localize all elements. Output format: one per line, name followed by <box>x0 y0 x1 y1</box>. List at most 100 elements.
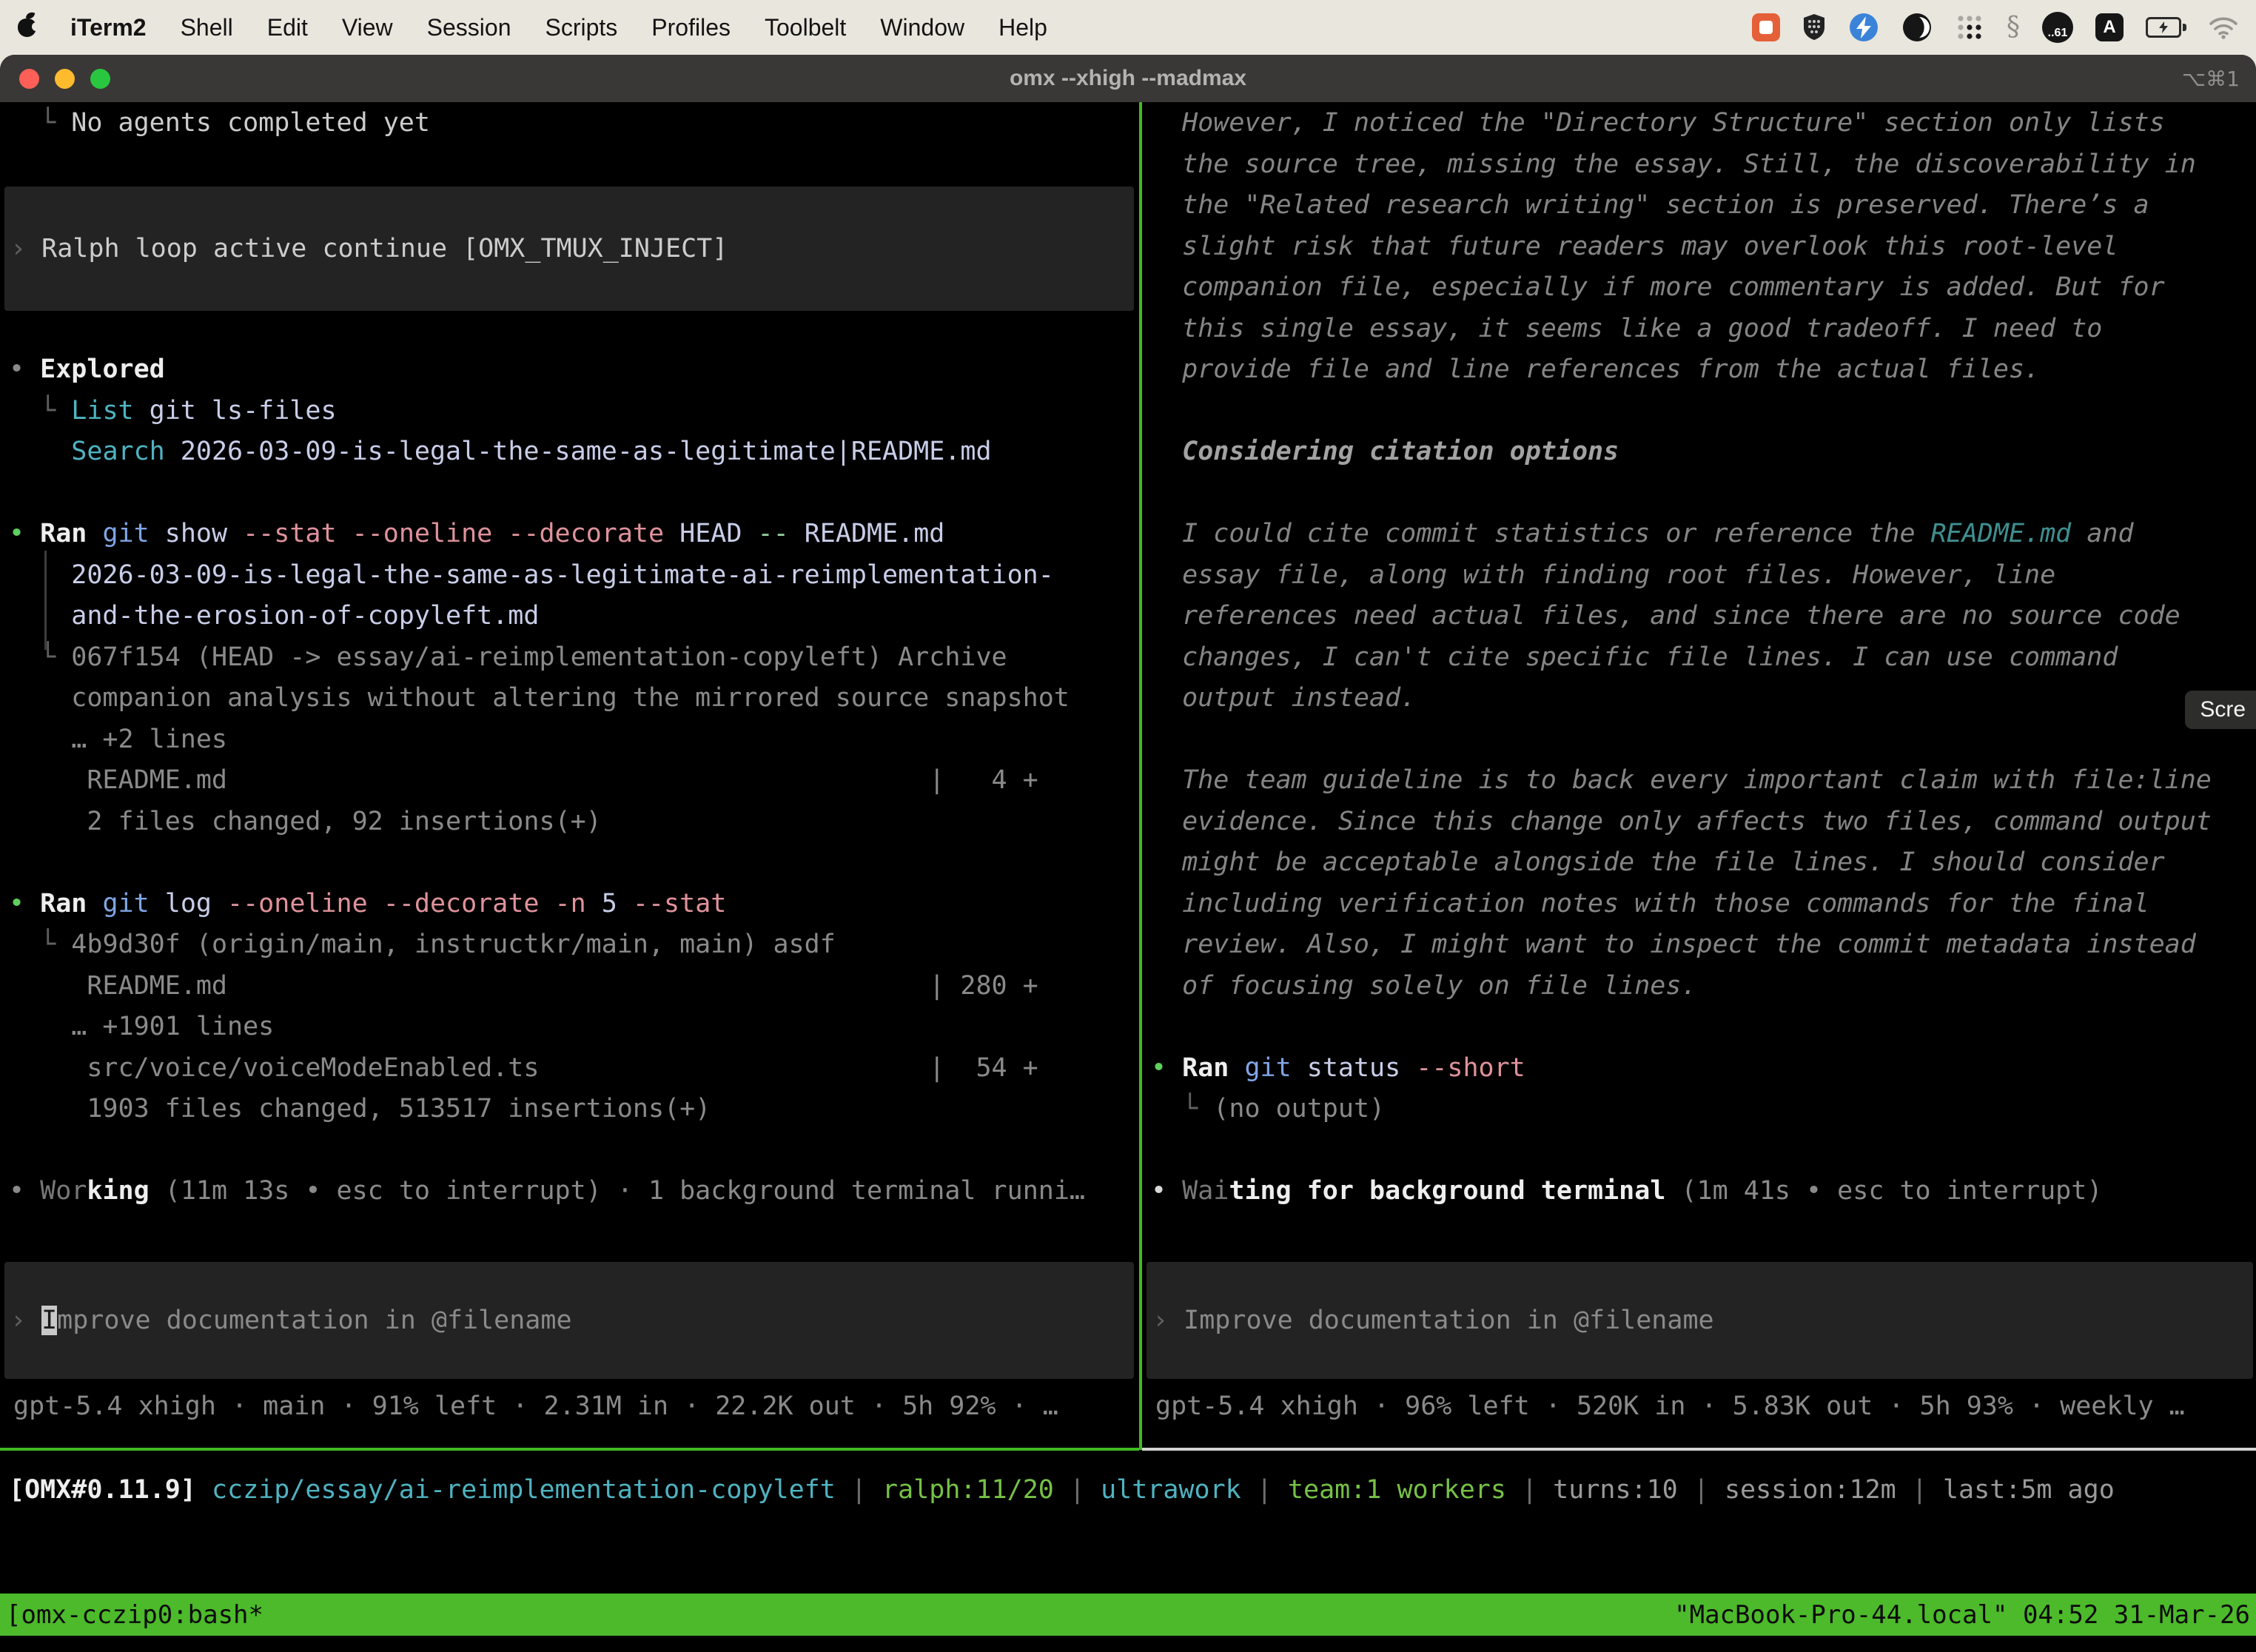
text-segment: | <box>1054 1475 1101 1505</box>
prompt-chevron-icon: › <box>1152 1306 1184 1335</box>
right-session-statusline: gpt-5.4 xhigh · 96% left · 520K in · 5.8… <box>1155 1386 2185 1427</box>
text-segment: Considering citation options <box>1151 437 1619 466</box>
prompt-chevron-icon: › <box>10 1306 41 1335</box>
text-segment: Wor <box>40 1176 87 1206</box>
text-segment: git <box>102 889 149 919</box>
blank-line <box>1151 719 2253 761</box>
macos-menu-bar: iTerm2 Shell Edit View Session Scripts Profile… <box>0 0 2256 55</box>
text-segment: … +1901 lines <box>9 1012 274 1041</box>
text-segment: | <box>1241 1475 1288 1505</box>
text-segment: • <box>9 519 40 548</box>
right-terminal-log: However, I noticed the "Directory Struct… <box>1151 103 2253 1212</box>
text-segment: 2 files changed, 92 insertions(+) <box>9 807 602 836</box>
window-titlebar[interactable]: omx --xhigh --madmax ⌥⌘1 <box>0 55 2256 102</box>
menu-item-shell[interactable]: Shell <box>181 14 233 41</box>
text-segment: └ <box>9 396 71 426</box>
terminal-line: … +1901 lines <box>9 1007 1136 1048</box>
chat-icon[interactable] <box>1752 13 1780 41</box>
terminal-line: provide file and line references from th… <box>1151 349 2253 391</box>
menu-item-session[interactable]: Session <box>427 14 511 41</box>
menu-items-slot: iTerm2 Shell Edit View Session Scripts Profile… <box>70 14 1047 41</box>
menu-items: iTerm2 Shell Edit View Session Scripts Profile… <box>18 14 1047 41</box>
terminal-line: review. Also, I might want to inspect th… <box>1151 924 2253 966</box>
text-segment: provide file and line references from th… <box>1151 355 2040 384</box>
tmux-status-bar: [omx-cczip0:bash* "MacBook-Pro-44.local"… <box>0 1594 2256 1636</box>
terminal-line: • Ran git status --short <box>1151 1048 2253 1089</box>
terminal-line: output instead. <box>1151 678 2253 719</box>
text-segment: last:5m ago <box>1943 1475 2115 1505</box>
terminal-line: 1903 files changed, 513517 insertions(+) <box>9 1089 1136 1130</box>
text-segment: of focusing solely on file lines. <box>1151 971 1697 1001</box>
text-segment: README.md <box>789 519 945 548</box>
text-segment: git ls-files <box>134 396 337 426</box>
menu-status-icons: § ..61 A <box>1752 12 2238 43</box>
text-segment: git <box>1244 1053 1291 1083</box>
terminal-line: • Waiting for background terminal (1m 41… <box>1151 1171 2253 1212</box>
terminal-line: However, I noticed the "Directory Struct… <box>1151 103 2253 144</box>
right-prompt-input[interactable]: › Improve documentation in @filename <box>1147 1262 2253 1379</box>
dots-grid-icon[interactable] <box>1955 13 1984 42</box>
screen-overlay-button[interactable]: Scre <box>2185 691 2256 729</box>
text-segment: status <box>1292 1053 1417 1083</box>
tmux-host-clock: "MacBook-Pro-44.local" 04:52 31-Mar-26 <box>1674 1600 2250 1630</box>
terminal-line: └ 067f154 (HEAD -> essay/ai-reimplementa… <box>9 637 1136 679</box>
shield-icon[interactable] <box>1802 13 1826 41</box>
menu-item-profiles[interactable]: Profiles <box>651 14 731 41</box>
terminal-line: 2026-03-09-is-legal-the-same-as-legitima… <box>9 555 1136 597</box>
text-segment: output instead. <box>1151 683 1416 713</box>
battery-icon[interactable] <box>2146 17 2186 38</box>
left-prompt-input[interactable]: › Improve documentation in @filename <box>4 1262 1134 1379</box>
text-segment: team:1 workers <box>1288 1475 1506 1505</box>
text-segment: Search <box>71 437 164 466</box>
text-segment: ting for background terminal <box>1229 1176 1665 1206</box>
text-segment: might be acceptable alongside the file l… <box>1151 847 2165 877</box>
hexagon-bolt-icon[interactable] <box>1848 12 1879 43</box>
text-segment: README.md | 280 + <box>9 971 1038 1001</box>
terminal-line: src/voice/voiceModeEnabled.ts | 54 + <box>9 1048 1136 1089</box>
inactive-pane-bottom-border <box>1142 1448 2256 1451</box>
blank-line <box>9 1130 1136 1172</box>
menu-item-toolbelt[interactable]: Toolbelt <box>765 14 846 41</box>
menu-item-window[interactable]: Window <box>880 14 964 41</box>
terminal-line: slight risk that future readers may over… <box>1151 226 2253 268</box>
menu-item-iterm2[interactable]: iTerm2 <box>70 14 147 41</box>
text-segment: ralph:11/20 <box>882 1475 1054 1505</box>
text-segment <box>9 437 71 466</box>
active-pane-bottom-border <box>0 1448 1139 1451</box>
text-cursor: I <box>41 1306 57 1335</box>
apple-icon[interactable] <box>18 19 36 37</box>
text-segment: evidence. Since this change only affects… <box>1151 807 2212 836</box>
text-segment: log <box>150 889 227 919</box>
text-segment: HEAD <box>664 519 757 548</box>
text-segment: • <box>9 889 40 919</box>
terminal-line: README.md | 4 + <box>9 760 1136 802</box>
left-terminal-log: • Explored └ List git ls-files Search 20… <box>9 349 1136 1212</box>
left-session-statusline: gpt-5.4 xhigh · main · 91% left · 2.31M … <box>13 1386 1058 1427</box>
text-segment: turns:10 <box>1553 1475 1678 1505</box>
terminal-line: The team guideline is to back every impo… <box>1151 760 2253 802</box>
agents-status-line: └ No agents completed yet <box>9 103 430 144</box>
menu-item-help[interactable]: Help <box>998 14 1047 41</box>
menu-item-edit[interactable]: Edit <box>267 14 308 41</box>
moon-circle-icon[interactable] <box>1901 12 1933 43</box>
text-segment: 4b9d30f (origin/main, instructkr/main, m… <box>71 930 836 959</box>
text-segment: └ <box>9 930 71 959</box>
menu-item-view[interactable]: View <box>342 14 393 41</box>
badge-61-icon[interactable]: ..61 <box>2042 12 2073 43</box>
text-segment: Ran <box>40 519 102 548</box>
terminal-line: changes, I can't cite specific file line… <box>1151 637 2253 679</box>
text-segment: I could cite commit statistics or refere… <box>1151 519 1931 548</box>
text-segment: this single essay, it seems like a good … <box>1151 314 2102 343</box>
wifi-icon[interactable] <box>2209 16 2238 39</box>
menu-item-scripts[interactable]: Scripts <box>545 14 617 41</box>
text-segment: └ <box>9 642 71 672</box>
right-pane[interactable]: However, I noticed the "Directory Struct… <box>1142 102 2256 1448</box>
text-segment: companion file, especially if more comme… <box>1151 272 2165 302</box>
left-pane[interactable]: └ No agents completed yet › Ralph loop a… <box>0 102 1139 1448</box>
terminal-line: including verification notes with those … <box>1151 884 2253 925</box>
text-segment: essay file, along with finding root file… <box>1151 560 2055 590</box>
terminal-line: Search 2026-03-09-is-legal-the-same-as-l… <box>9 432 1136 473</box>
terminal-line: README.md | 280 + <box>9 966 1136 1007</box>
squiggle-icon[interactable]: § <box>2007 14 2020 41</box>
a-key-icon[interactable]: A <box>2095 13 2124 41</box>
